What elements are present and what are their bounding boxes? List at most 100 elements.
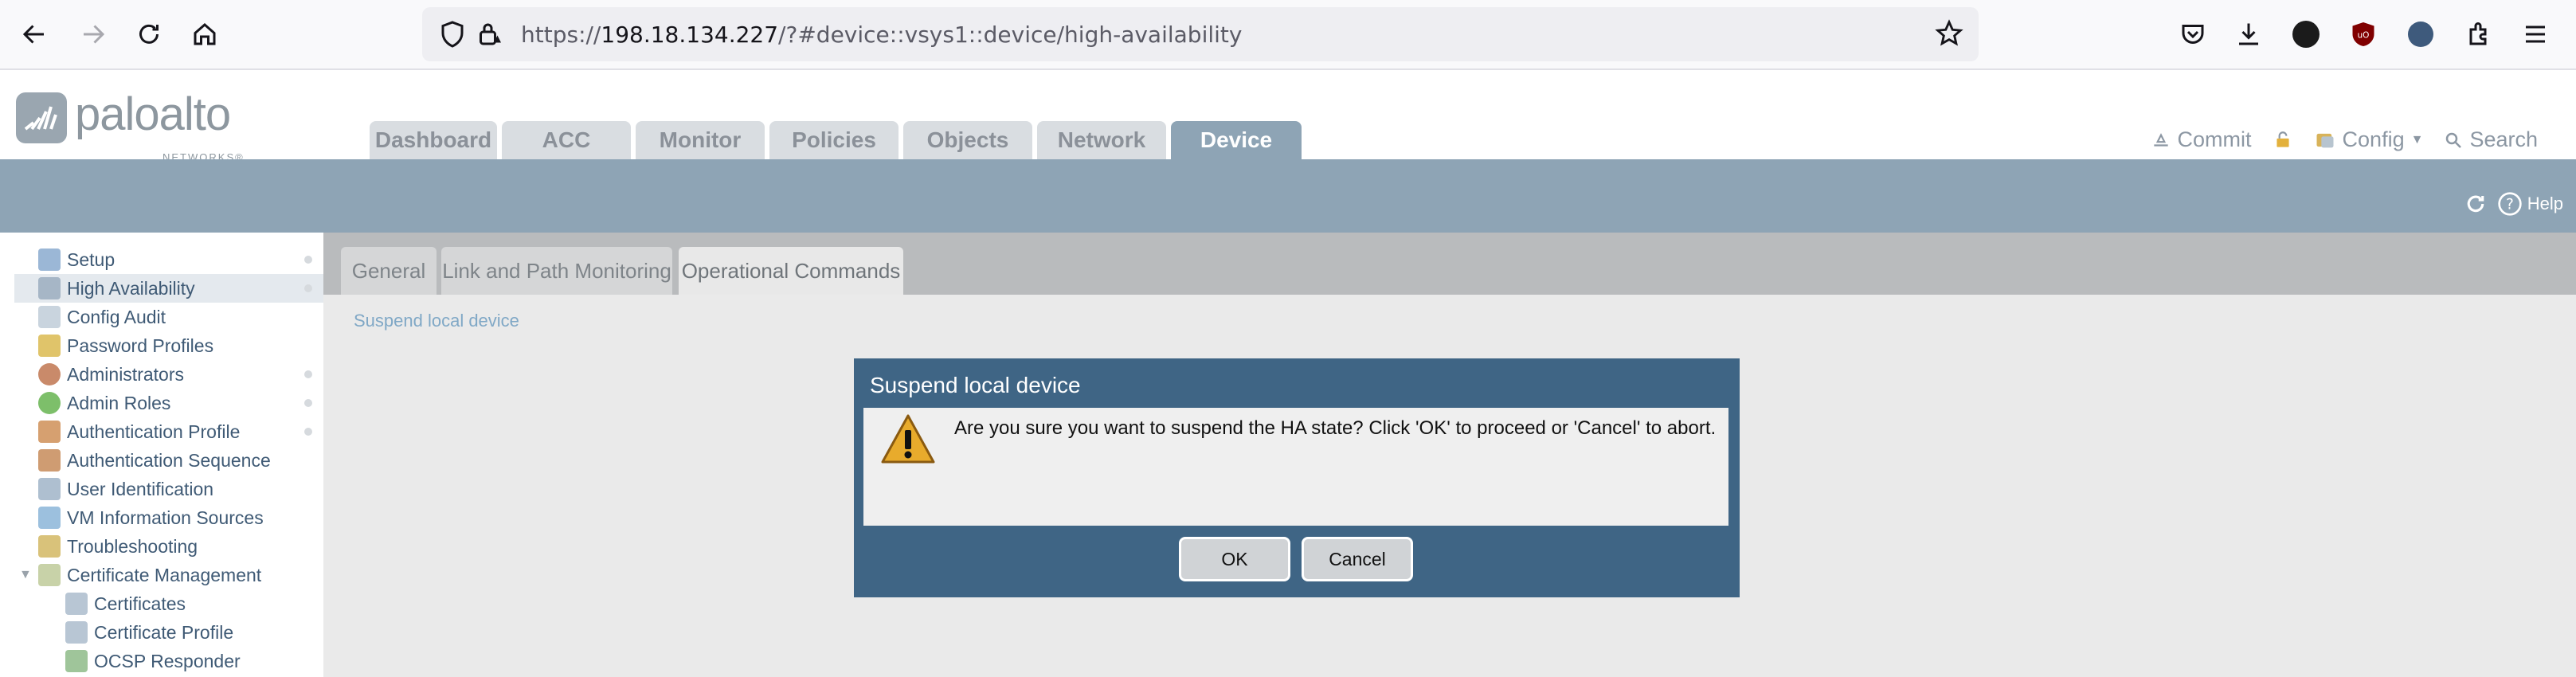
extensions-puzzle-icon[interactable] — [2460, 16, 2496, 53]
commit-icon — [2153, 132, 2168, 147]
tab-policies[interactable]: Policies — [769, 121, 898, 159]
authentication-profile-icon — [38, 421, 61, 443]
chevron-down-icon[interactable]: ▼ — [19, 568, 38, 582]
config-menu-button[interactable]: Config ▼ — [2314, 127, 2424, 152]
help-button[interactable]: ? Help — [2497, 191, 2563, 217]
sidebar-item-label: Authentication Sequence — [67, 449, 271, 471]
suspend-local-device-link[interactable]: Suspend local device — [354, 311, 519, 331]
sidebar-item-certificate-management[interactable]: ▼ Certificate Management — [14, 561, 323, 589]
tab-operational-commands[interactable]: Operational Commands — [679, 247, 903, 295]
status-dot — [304, 256, 312, 264]
tab-objects[interactable]: Objects — [903, 121, 1032, 159]
sidebar-item-certificate-profile[interactable]: Certificate Profile — [14, 618, 323, 647]
svg-text:uO: uO — [2358, 31, 2370, 41]
forward-icon[interactable] — [73, 14, 113, 54]
password-profiles-icon — [38, 335, 61, 357]
commit-label: Commit — [2177, 127, 2252, 151]
status-dot — [304, 428, 312, 436]
browser-toolbar: https://198.18.134.227/?#device::vsys1::… — [0, 0, 2576, 70]
high-availability-icon — [38, 277, 61, 299]
help-icon: ? — [2498, 192, 2522, 216]
sidebar-item-administrators[interactable]: Administrators — [14, 360, 323, 389]
tab-device[interactable]: Device — [1171, 121, 1302, 159]
menu-hamburger-icon[interactable] — [2517, 16, 2554, 53]
ocsp-responder-icon — [65, 650, 88, 672]
help-area: ? Help — [2464, 191, 2563, 217]
sidebar-item-label: VM Information Sources — [67, 507, 264, 528]
status-dot — [304, 399, 312, 407]
sidebar-item-troubleshooting[interactable]: Troubleshooting — [14, 532, 323, 561]
search-button[interactable]: Search — [2444, 127, 2538, 152]
logo-text: paloalto — [75, 88, 231, 140]
tab-monitor[interactable]: Monitor — [636, 121, 765, 159]
tab-dashboard[interactable]: Dashboard — [370, 121, 497, 159]
svg-text:?: ? — [2506, 197, 2514, 213]
sidebar-item-label: Admin Roles — [67, 392, 171, 413]
vm-information-sources-icon — [38, 507, 61, 529]
search-icon — [2446, 132, 2462, 148]
lock-icon — [2276, 131, 2289, 147]
download-icon[interactable] — [2230, 16, 2267, 53]
sidebar-item-label: User Identification — [67, 478, 214, 499]
sidebar-item-vm-information-sources[interactable]: VM Information Sources — [14, 503, 323, 532]
lock-warning-icon[interactable] — [475, 20, 503, 49]
sidebar-item-label: Certificate Profile — [94, 621, 234, 643]
extension-avatar-icon[interactable] — [2288, 16, 2324, 53]
lock-button[interactable] — [2273, 130, 2293, 151]
status-dot — [304, 284, 312, 292]
sidebar-item-user-identification[interactable]: User Identification — [14, 475, 323, 503]
cursor-extension-icon[interactable] — [2402, 16, 2439, 53]
sidebar-item-admin-roles[interactable]: Admin Roles — [14, 389, 323, 417]
sidebar-item-setup[interactable]: Setup — [14, 245, 323, 274]
cancel-button[interactable]: Cancel — [1302, 537, 1413, 581]
certificates-icon — [65, 593, 88, 615]
ublock-icon[interactable]: uO — [2345, 16, 2382, 53]
chevron-down-icon: ▼ — [2410, 132, 2424, 147]
tab-network[interactable]: Network — [1037, 121, 1166, 159]
certificate-profile-icon — [65, 621, 88, 644]
refresh-icon[interactable] — [2464, 192, 2488, 216]
sidebar-item-label: Authentication Profile — [67, 421, 241, 442]
header-actions: Commit Config ▼ Search — [2151, 127, 2538, 152]
sidebar-item-label: Administrators — [67, 363, 184, 385]
shield-icon[interactable] — [438, 20, 467, 49]
user-identification-icon — [38, 478, 61, 500]
url-text: https://198.18.134.227/?#device::vsys1::… — [521, 22, 1243, 48]
bookmark-star-icon[interactable] — [1934, 18, 1964, 49]
commit-button[interactable]: Commit — [2151, 127, 2252, 152]
toolbar-band: ? Help — [0, 159, 2576, 233]
sidebar-item-label: High Availability — [67, 277, 195, 299]
sidebar-item-authentication-profile[interactable]: Authentication Profile — [14, 417, 323, 446]
tab-acc[interactable]: ACC — [502, 121, 631, 159]
address-bar[interactable]: https://198.18.134.227/?#device::vsys1::… — [422, 7, 1979, 61]
ok-button[interactable]: OK — [1179, 537, 1290, 581]
authentication-sequence-icon — [38, 449, 61, 472]
dialog-title: Suspend local device — [870, 373, 1081, 397]
sidebar-item-label: Setup — [67, 248, 115, 270]
sidebar-item-label: Certificates — [94, 593, 186, 614]
pocket-icon[interactable] — [2175, 16, 2211, 53]
sidebar-item-label: Password Profiles — [67, 335, 214, 356]
main-tab-bar: Dashboard ACC Monitor Policies Objects N… — [370, 121, 1302, 159]
certificate-management-icon — [38, 564, 61, 586]
config-icon — [2316, 133, 2334, 147]
tab-general[interactable]: General — [341, 247, 437, 295]
back-icon[interactable] — [14, 14, 54, 54]
sidebar-item-password-profiles[interactable]: Password Profiles — [14, 331, 323, 360]
troubleshooting-icon — [38, 535, 61, 558]
sidebar-item-certificates[interactable]: Certificates — [14, 589, 323, 618]
sidebar-item-label: Certificate Management — [67, 564, 262, 585]
sidebar-item-ocsp-responder[interactable]: OCSP Responder — [14, 647, 323, 675]
config-label: Config — [2342, 127, 2405, 151]
status-dot — [304, 370, 312, 378]
home-icon[interactable] — [185, 14, 225, 54]
tab-link-and-path-monitoring[interactable]: Link and Path Monitoring — [441, 247, 672, 295]
app-header: paloalto NETWORKS® Dashboard ACC Monitor… — [0, 70, 2576, 163]
sidebar-item-config-audit[interactable]: Config Audit — [14, 303, 323, 331]
setup-icon — [38, 248, 61, 271]
sidebar-item-label: Config Audit — [67, 306, 166, 327]
sidebar-item-authentication-sequence[interactable]: Authentication Sequence — [14, 446, 323, 475]
sidebar-item-high-availability[interactable]: High Availability — [14, 274, 323, 303]
warning-icon — [879, 413, 937, 467]
reload-icon[interactable] — [129, 14, 169, 54]
